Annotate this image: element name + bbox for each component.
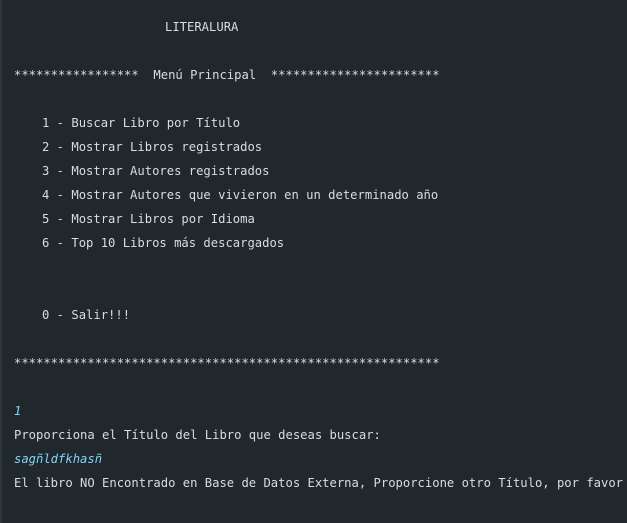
menu-item-label: Salir!!! [71, 308, 131, 322]
search-prompt: Proporciona el Título del Libro que dese… [14, 428, 381, 442]
menu-item-number: 2 [42, 140, 50, 154]
menu-item-4: 4 - Mostrar Autores que vivieron en un d… [42, 188, 439, 202]
menu-item-3: 3 - Mostrar Autores registrados [42, 164, 270, 178]
menu-footer: ****************************************… [14, 356, 440, 370]
menu-item-label: Mostrar Libros registrados [71, 140, 263, 154]
menu-item-number: 0 [42, 308, 50, 322]
user-query-input: sagñldfkhasñ [14, 452, 103, 466]
app-title: LITERALURA [165, 20, 239, 34]
console-output: LITERALURA ***************** Menú Princi… [0, 0, 627, 523]
menu-item-label: Buscar Libro por Título [71, 116, 241, 130]
menu-item-number: 3 [42, 164, 50, 178]
menu-item-5: 5 - Mostrar Libros por Idioma [42, 212, 255, 226]
result-message: El libro NO Encontrado en Base de Datos … [14, 476, 624, 490]
menu-item-label: Mostrar Autores registrados [71, 164, 270, 178]
menu-item-number: 6 [42, 236, 50, 250]
menu-item-number: 5 [42, 212, 50, 226]
menu-item-number: 1 [42, 116, 50, 130]
menu-item-label: Mostrar Libros por Idioma [71, 212, 255, 226]
menu-header: ***************** Menú Principal *******… [14, 68, 440, 82]
menu-item-exit: 0 - Salir!!! [42, 308, 131, 322]
menu-item-6: 6 - Top 10 Libros más descargados [42, 236, 285, 250]
menu-item-number: 4 [42, 188, 50, 202]
menu-item-1: 1 - Buscar Libro por Título [42, 116, 241, 130]
menu-item-2: 2 - Mostrar Libros registrados [42, 140, 263, 154]
menu-item-label: Mostrar Autores que vivieron en un deter… [71, 188, 439, 202]
user-choice-input: 1 [14, 404, 22, 418]
menu-item-label: Top 10 Libros más descargados [71, 236, 285, 250]
